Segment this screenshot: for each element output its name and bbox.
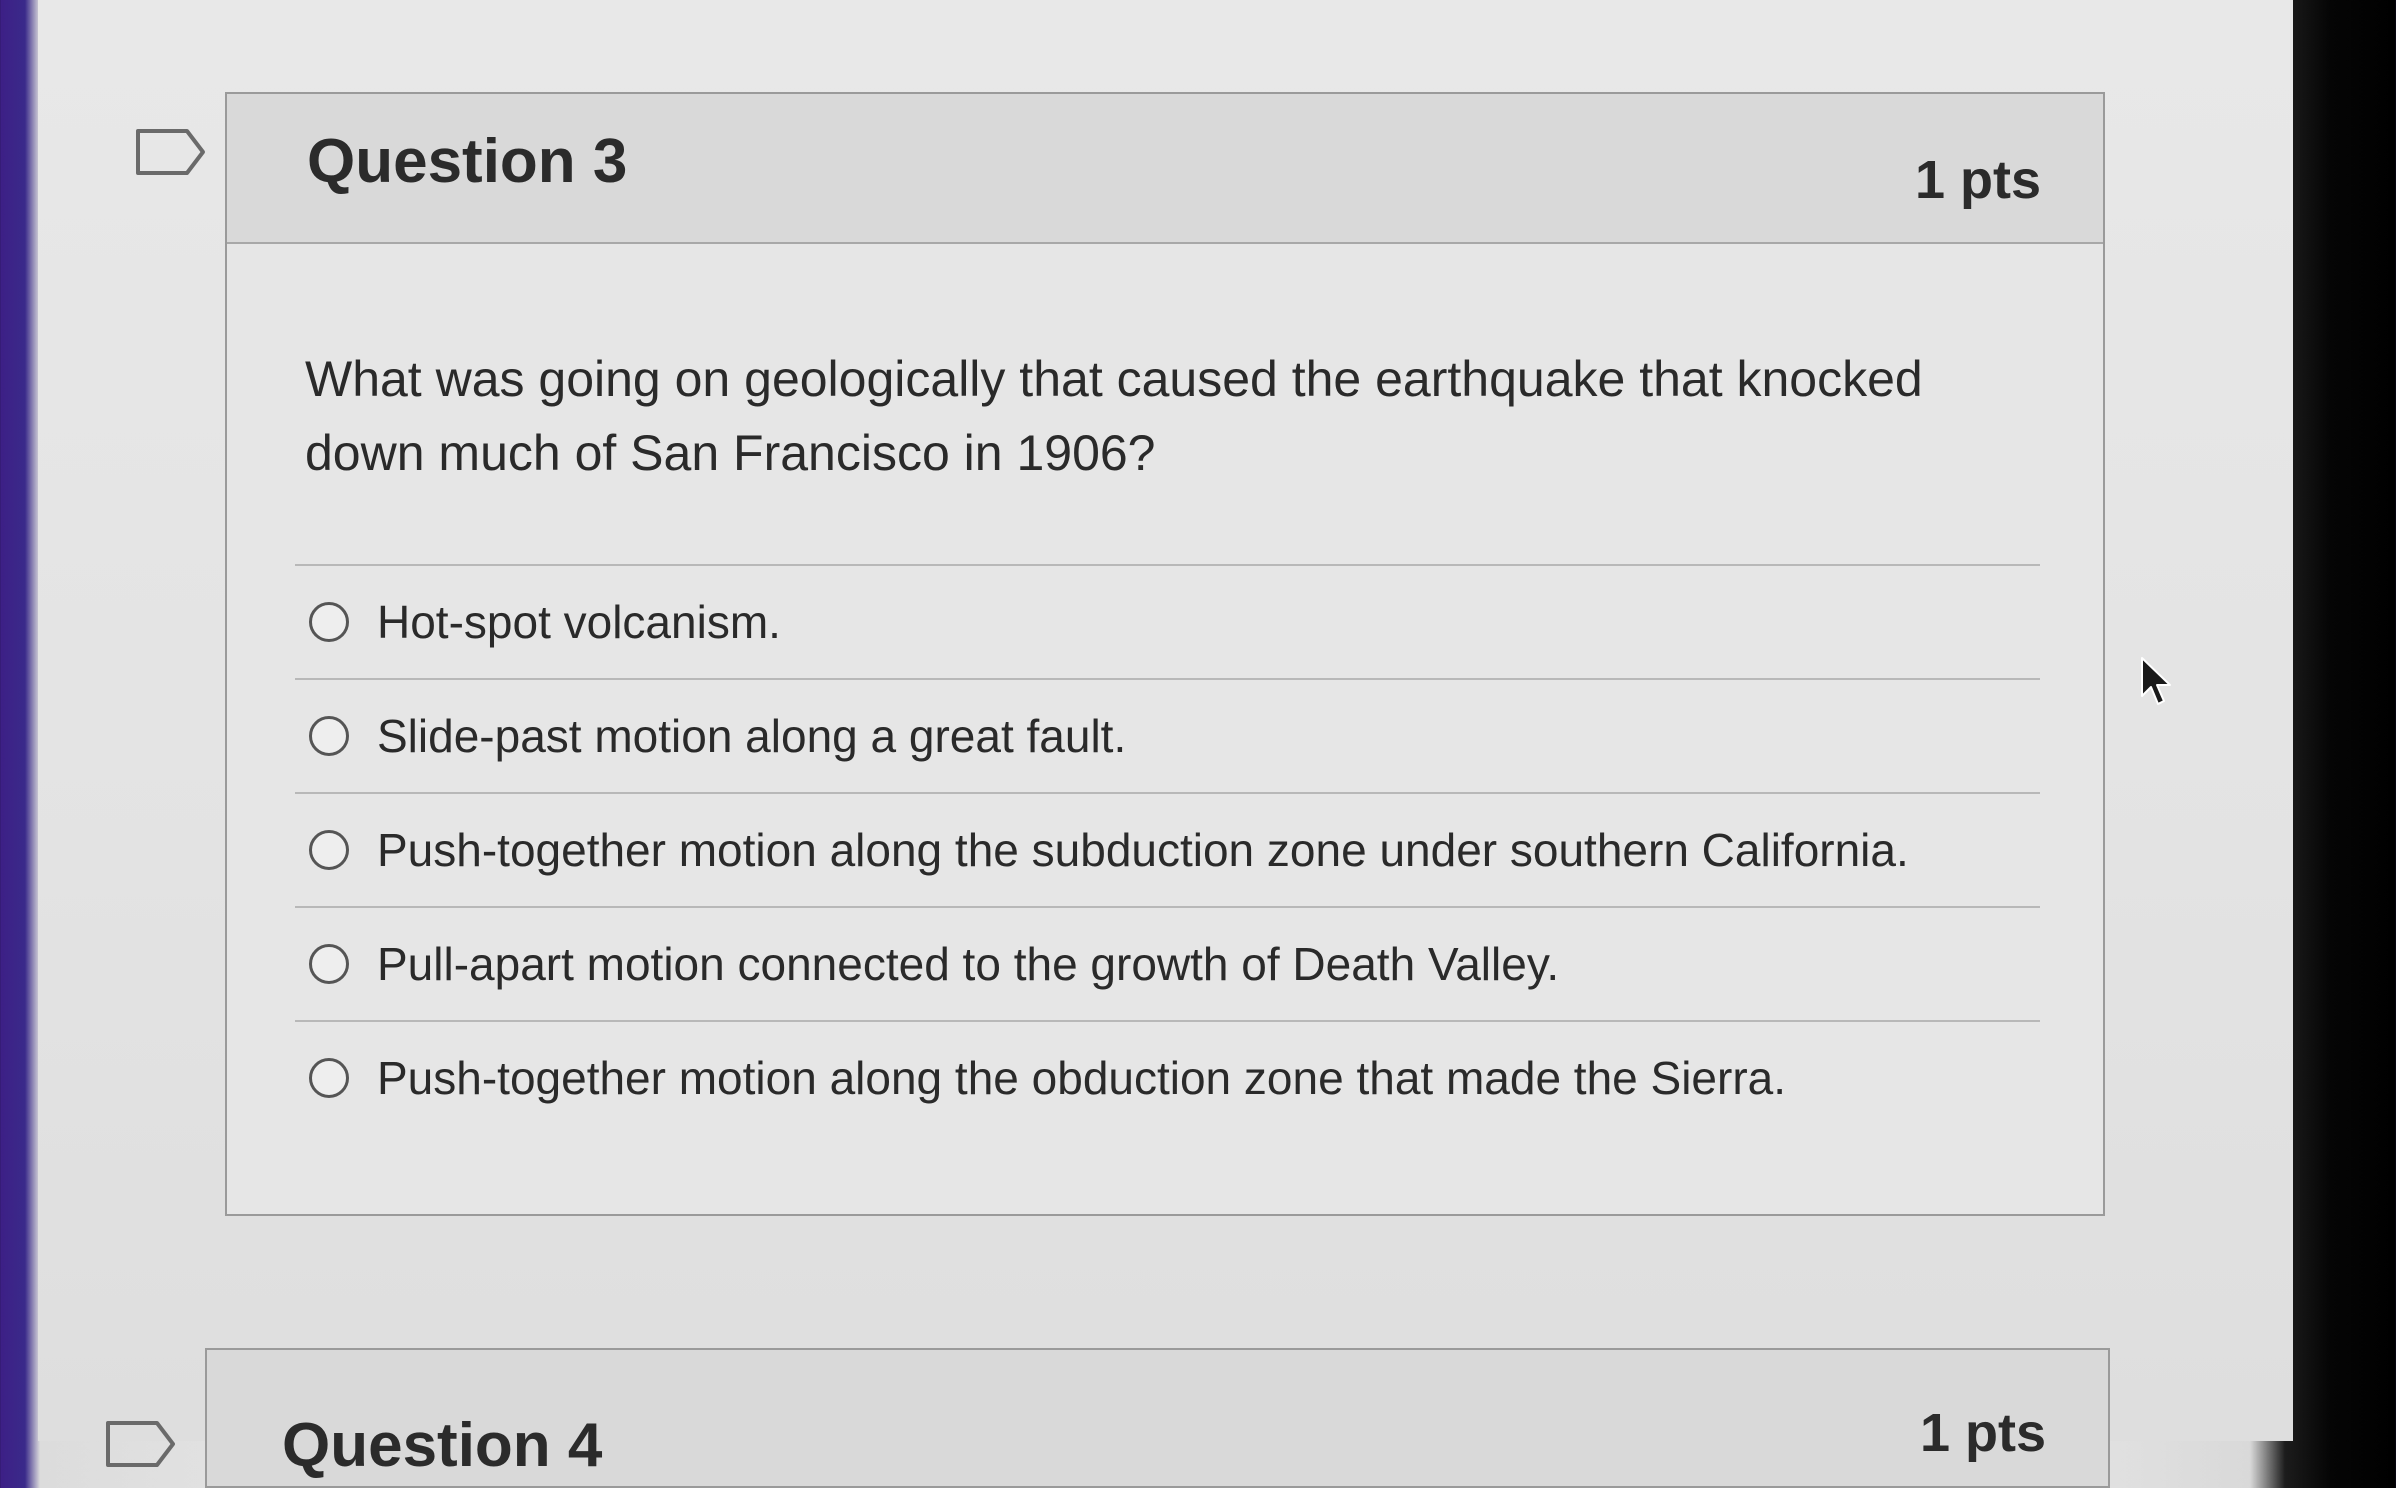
answer-option[interactable]: Push-together motion along the obduction… (295, 1020, 2040, 1134)
answer-label[interactable]: Push-together motion along the obduction… (377, 1051, 1786, 1105)
question-points: 1 pts (1919, 1403, 2046, 1463)
answer-label[interactable]: Pull-apart motion connected to the growt… (377, 937, 1559, 991)
answer-option[interactable]: Slide-past motion along a great fault. (295, 678, 2040, 792)
answer-option[interactable]: Hot-spot volcanism. (295, 564, 2040, 678)
answer-label[interactable]: Hot-spot volcanism. (377, 595, 781, 649)
radio-button[interactable] (309, 716, 349, 756)
answer-option[interactable]: Pull-apart motion connected to the growt… (295, 906, 2040, 1020)
next-question-card: Question 4 1 pts (205, 1348, 2110, 1488)
question-text: What was going on geologically that caus… (305, 351, 1923, 481)
radio-button[interactable] (309, 602, 349, 642)
flag-question-icon[interactable] (105, 1420, 177, 1468)
answer-option[interactable]: Push-together motion along the subductio… (295, 792, 2040, 906)
radio-button[interactable] (309, 944, 349, 984)
question-card: Question 3 1 pts What was going on geolo… (225, 92, 2105, 1216)
question-header: Question 3 1 pts (227, 94, 2103, 244)
radio-button[interactable] (309, 830, 349, 870)
question-points: 1 pts (1914, 150, 2041, 210)
radio-button[interactable] (309, 1058, 349, 1098)
answer-list: Hot-spot volcanism. Slide-past motion al… (295, 564, 2040, 1134)
question-title: Question 3 (307, 127, 628, 196)
question-title: Question 4 (282, 1411, 603, 1480)
answer-label[interactable]: Push-together motion along the subductio… (377, 823, 1909, 877)
answer-label[interactable]: Slide-past motion along a great fault. (377, 709, 1126, 763)
mouse-pointer-icon (2141, 657, 2171, 705)
flag-question-icon[interactable] (135, 128, 207, 176)
